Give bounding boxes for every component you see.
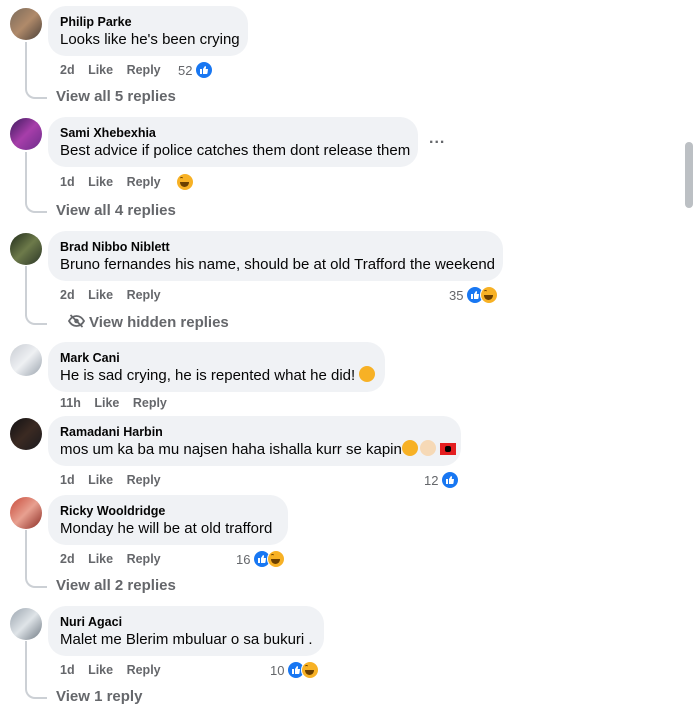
avatar[interactable]	[10, 8, 42, 40]
reaction-count: 12	[424, 472, 439, 488]
comment-actions: 1d Like Reply	[60, 472, 171, 488]
eye-off-icon	[67, 314, 86, 328]
comment-bubble: Sami Xhebexhia Best advice if police cat…	[48, 117, 418, 167]
reply-button[interactable]: Reply	[127, 288, 161, 302]
haha-reaction-icon	[480, 286, 499, 304]
more-options-icon[interactable]: ...	[429, 130, 445, 148]
haha-reaction-icon	[267, 550, 286, 568]
like-button[interactable]: Like	[88, 552, 113, 566]
comment-bubble: Brad Nibbo Niblett Bruno fernandes his n…	[48, 231, 503, 281]
like-button[interactable]: Like	[88, 473, 113, 487]
comment-author[interactable]: Nuri Agaci	[60, 614, 312, 630]
reply-button[interactable]: Reply	[127, 175, 161, 189]
comment-author[interactable]: Sami Xhebexhia	[60, 125, 406, 141]
view-replies-link[interactable]: View 1 reply	[56, 687, 142, 707]
reaction-count: 16	[236, 551, 251, 567]
like-button[interactable]: Like	[88, 288, 113, 302]
comment-text: Looks like he's been crying	[60, 31, 240, 48]
avatar[interactable]	[10, 608, 42, 640]
reaction-count: 10	[270, 662, 285, 678]
comment-author[interactable]: Ramadani Harbin	[60, 424, 449, 440]
comment-text: He is sad crying, he is repented what he…	[60, 367, 356, 384]
comment-author[interactable]: Mark Cani	[60, 350, 373, 366]
like-reaction-icon	[195, 61, 214, 79]
comment-bubble: Ricky Wooldridge Monday he will be at ol…	[48, 495, 288, 545]
comment-time[interactable]: 1d	[60, 175, 75, 189]
reply-button[interactable]: Reply	[127, 63, 161, 77]
like-button[interactable]: Like	[88, 63, 113, 77]
comment-text: Best advice if police catches them dont …	[60, 142, 411, 159]
comment-bubble: Mark Cani He is sad crying, he is repent…	[48, 342, 385, 392]
thread-elbow	[25, 571, 47, 588]
reply-button[interactable]: Reply	[127, 552, 161, 566]
reaction-summary[interactable]: 12	[424, 470, 460, 490]
comment-time[interactable]: 1d	[60, 473, 75, 487]
haha-reaction-icon	[301, 661, 320, 679]
reaction-count: 52	[178, 62, 193, 78]
reply-button[interactable]: Reply	[127, 663, 161, 677]
reaction-summary[interactable]: 16	[236, 549, 286, 569]
view-replies-link[interactable]: View all 2 replies	[56, 576, 176, 596]
comment-time[interactable]: 2d	[60, 63, 75, 77]
comment-actions: 1d Like Reply	[60, 174, 171, 190]
thread-elbow	[25, 82, 47, 99]
reply-button[interactable]: Reply	[127, 473, 161, 487]
like-button[interactable]: Like	[88, 175, 113, 189]
thread-line	[25, 152, 27, 202]
comment-time[interactable]: 11h	[60, 396, 81, 410]
grinning-emoji-icon	[359, 366, 376, 382]
reaction-summary[interactable]	[176, 172, 194, 192]
comment-actions: 1d Like Reply	[60, 662, 171, 678]
comment-time[interactable]: 2d	[60, 552, 75, 566]
comment-actions: 2d Like Reply	[60, 551, 171, 567]
view-hidden-replies-link[interactable]: View hidden replies	[67, 313, 229, 333]
thread-elbow	[25, 308, 47, 325]
comment-bubble: Nuri Agaci Malet me Blerim mbuluar o sa …	[48, 606, 324, 656]
comment-actions: 11h Like Reply	[60, 395, 177, 411]
comment-author[interactable]: Philip Parke	[60, 14, 236, 30]
like-reaction-icon	[441, 471, 460, 489]
thread-line	[25, 641, 27, 686]
comment-actions: 2d Like Reply	[60, 62, 171, 78]
reaction-summary[interactable]: 35	[449, 285, 499, 305]
avatar[interactable]	[10, 418, 42, 450]
comment-author[interactable]: Ricky Wooldridge	[60, 503, 276, 519]
albania-flag-icon	[439, 443, 456, 455]
thread-line	[25, 42, 27, 87]
comment-bubble: Ramadani Harbin mos um ka ba mu najsen h…	[48, 416, 461, 466]
reaction-summary[interactable]: 10	[270, 660, 320, 680]
hands-emoji-icon	[419, 440, 436, 456]
view-replies-link[interactable]: View all 5 replies	[56, 87, 176, 107]
comment-time[interactable]: 2d	[60, 288, 75, 302]
like-button[interactable]: Like	[94, 396, 119, 410]
view-replies-label: View hidden replies	[89, 314, 229, 331]
comment-author[interactable]: Brad Nibbo Niblett	[60, 239, 491, 255]
reaction-count: 35	[449, 287, 464, 303]
comment-text: Monday he will be at old trafford	[60, 520, 273, 537]
avatar[interactable]	[10, 497, 42, 529]
scrollbar-thumb[interactable]	[685, 142, 693, 208]
comment-text: Malet me Blerim mbuluar o sa bukuri .	[60, 631, 313, 648]
avatar[interactable]	[10, 344, 42, 376]
comment-text: mos um ka ba mu najsen haha ishalla kurr…	[60, 441, 402, 458]
haha-reaction-icon	[176, 173, 194, 191]
comment-text: Bruno fernandes his name, should be at o…	[60, 256, 496, 273]
avatar[interactable]	[10, 118, 42, 150]
thread-elbow	[25, 682, 47, 699]
thread-line	[25, 530, 27, 575]
reaction-summary[interactable]: 52	[178, 60, 214, 80]
thread-elbow	[25, 196, 47, 213]
view-replies-link[interactable]: View all 4 replies	[56, 201, 176, 221]
comment-time[interactable]: 1d	[60, 663, 75, 677]
like-button[interactable]: Like	[88, 663, 113, 677]
avatar[interactable]	[10, 233, 42, 265]
laughing-emoji-icon	[401, 440, 418, 456]
comment-bubble: Philip Parke Looks like he's been crying	[48, 6, 248, 56]
comment-actions: 2d Like Reply	[60, 287, 171, 303]
reply-button[interactable]: Reply	[133, 396, 167, 410]
